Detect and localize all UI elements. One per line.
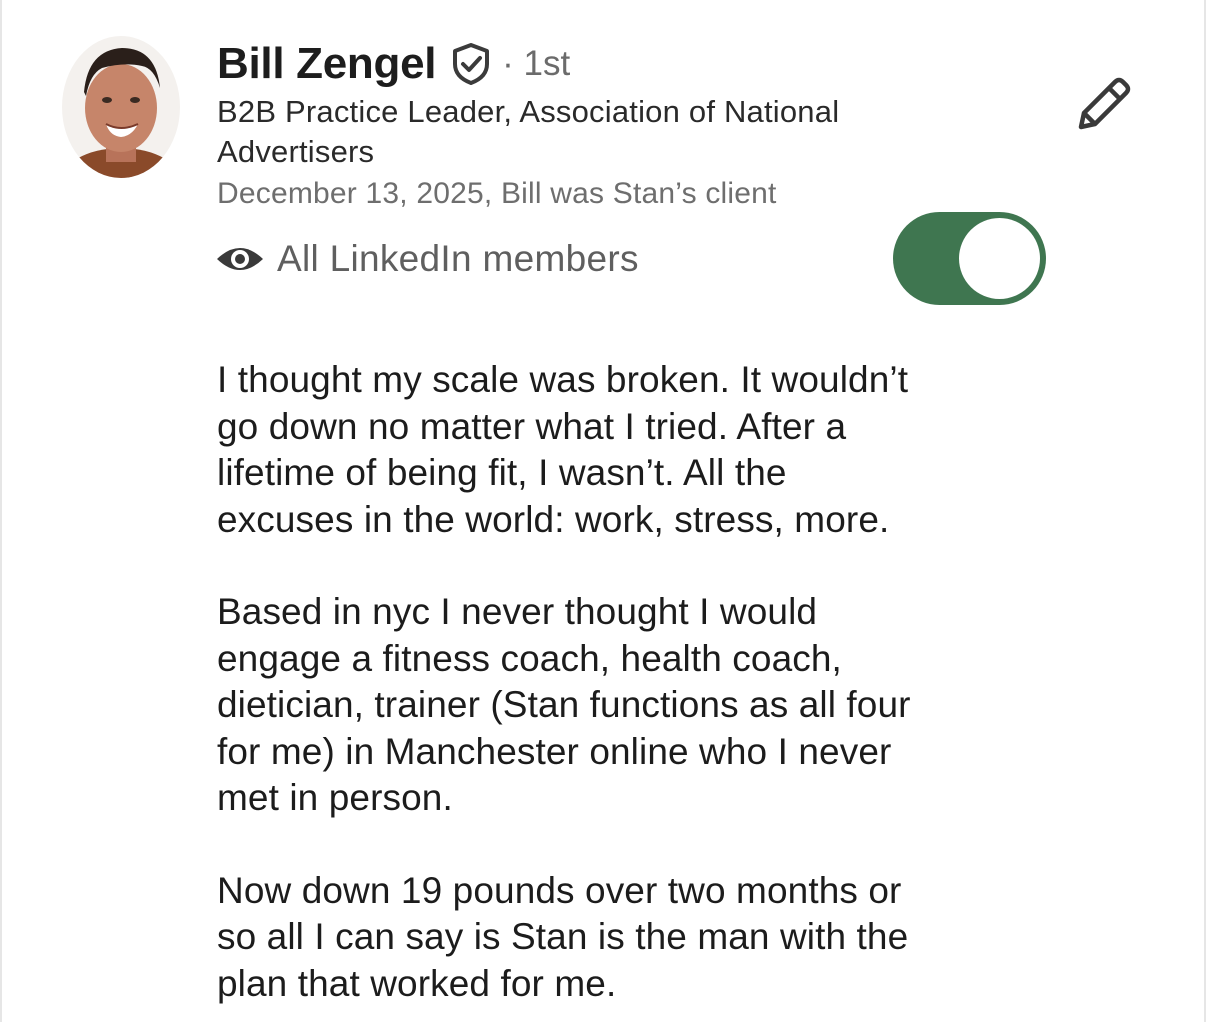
eye-icon: [215, 243, 265, 275]
left-border: [0, 0, 2, 1022]
recommendation-paragraph-2: Based in nyc I never thought I would eng…: [217, 591, 911, 818]
toggle-knob: [959, 218, 1040, 299]
recommender-headline: B2B Practice Leader, Association of Nati…: [217, 92, 977, 172]
name-row: Bill Zengel · 1st: [217, 36, 977, 92]
avatar[interactable]: [62, 36, 180, 178]
headline-line-2: Advertisers: [217, 134, 375, 169]
pencil-icon: [1069, 73, 1135, 144]
recommendation-meta: December 13, 2025, Bill was Stan’s clien…: [217, 177, 777, 210]
recommender-header: Bill Zengel · 1st B2B Practice Leader, A…: [217, 36, 977, 214]
avatar-photo: [62, 36, 180, 178]
headline-line-1: B2B Practice Leader, Association of Nati…: [217, 94, 840, 129]
connection-degree: · 1st: [502, 44, 571, 83]
recommender-name[interactable]: Bill Zengel: [217, 39, 436, 89]
recommendation-paragraph-3: Now down 19 pounds over two months or so…: [217, 869, 909, 1004]
visibility-label: All LinkedIn members: [277, 238, 639, 279]
visibility-row: All LinkedIn members: [215, 238, 639, 280]
edit-button[interactable]: [1066, 72, 1138, 144]
recommendation-text: I thought my scale was broken. It wouldn…: [217, 357, 1017, 1022]
verified-shield-icon[interactable]: [450, 42, 492, 86]
recommendation-paragraph-1: I thought my scale was broken. It wouldn…: [217, 359, 909, 540]
visibility-toggle[interactable]: [893, 212, 1046, 305]
